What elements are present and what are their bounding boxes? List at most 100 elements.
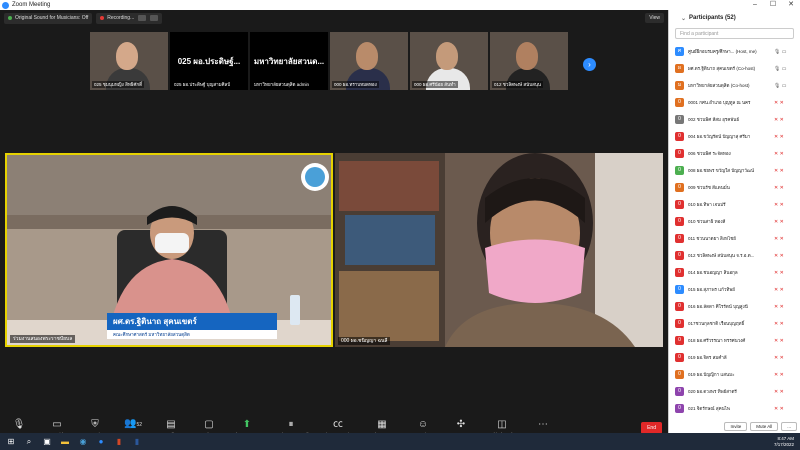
thumbnail-label: 000 ผอ.ศรีน้อย สันทำ [412,81,458,88]
participant-face [116,42,138,70]
participant-row[interactable]: 0 017ชวนกุลชาติ เรือนบุญฤทธิ์ ✕ ✕ [669,315,800,332]
powerpoint-icon[interactable]: ▮ [112,436,126,448]
windows-start-icon[interactable]: ⊞ [4,436,18,448]
participants-title: Participants (52) [689,15,736,21]
participant-row[interactable]: 0 021 จิตรักษณ์ สุคนไพ ✕ ✕ [669,400,800,417]
avatar: 0 [675,285,684,294]
thumbnail-label: 012 ชวลิตพงษ์ สนับสนุน [492,81,543,88]
participant-row[interactable]: 0 009 ชวนรัช สีแดนมั่น ✕ ✕ [669,179,800,196]
participants-icon: 👥52 [123,418,142,429]
maximize-icon[interactable]: ☐ [764,0,782,10]
participant-row[interactable]: 0 015 ผอ.สุภาพร แก้วทิพย์ ✕ ✕ [669,281,800,298]
avatar: 0 [675,234,684,243]
participant-name: 014 ผอ.ชนอญญา สินอกุล [688,270,738,275]
browser-icon[interactable]: ◉ [76,436,90,448]
next-page-arrow-icon[interactable]: › [583,58,596,71]
muted-mic-and-video-off-icon[interactable]: ✕ ✕ [774,406,784,412]
participant-search-input[interactable]: Find a participant [675,28,794,39]
invite-button[interactable]: Invite [724,421,748,431]
muted-mic-and-video-off-icon[interactable]: ✕ ✕ [774,270,784,276]
file-explorer-icon[interactable]: ▬ [58,436,72,448]
muted-mic-and-video-off-icon[interactable]: ✕ ✕ [774,253,784,259]
avatar: 0 [675,336,684,345]
participant-name: 0001 กศน.อำเภอ บุญทูล ณ นคร [688,100,751,105]
participant-row[interactable]: 0 016 ผอ.ลัดดา ศิโรรัตน์ บุญสูงนี ✕ ✕ [669,298,800,315]
participant-row[interactable]: 0 018 ผอ.ศรีวรรณา ทรรศนวงศ์ ✕ ✕ [669,332,800,349]
participant-name: ผศ.ดร.ฐิตินาถ สุคนเขตร์ (Co-host) [688,66,756,71]
participant-thumbnail[interactable]: มหาวิทยาลัยสวนด... มหาวิทยาลัยสวนดุสิต ad… [250,32,328,90]
participant-row[interactable]: 0 019 ผอ.ปัญญิกา แสนมะ ✕ ✕ [669,366,800,383]
more-options-button[interactable]: ... [781,421,797,431]
participant-row[interactable]: ผ ผศ.ดร.ฐิตินาถ สุคนเขตร์ (Co-host) 🎙 ▭ [669,60,800,77]
pause-recording-icon[interactable] [138,15,147,21]
muted-mic-and-video-off-icon[interactable]: ✕ ✕ [774,338,784,344]
participant-scene [335,153,663,347]
windows-taskbar: ⊞ ⌕ ▣ ▬ ◉ ● ▮ ▮ 8:47 AM 7/17/2022 [0,433,800,450]
task-view-icon[interactable]: ▣ [40,436,54,448]
participant-thumbnail[interactable]: 000 ผอ.ศรีน้อย สันทำ [410,32,488,90]
muted-mic-and-video-off-icon[interactable]: ✕ ✕ [774,168,784,174]
participant-row[interactable]: 0 0001 กศน.อำเภอ บุญทูล ณ นคร ✕ ✕ [669,94,800,111]
muted-mic-and-video-off-icon[interactable]: 🎙 ▭ [774,49,786,55]
muted-mic-and-video-off-icon[interactable]: ✕ ✕ [774,100,784,106]
participant-thumbnail[interactable]: 025 ผอ.ประดิษฐ์... 025 ผอ.ประดิษฐ์ บุญสาม… [170,32,248,90]
muted-mic-and-video-off-icon[interactable]: ✕ ✕ [774,134,784,140]
participant-row[interactable]: 0 012 ชวลิตพงษ์ สนับสนุน จ.ร.อ.ต... ✕ ✕ [669,247,800,264]
speaker-video-left[interactable]: ผศ.ดร.ฐิตินาถ สุคนเขตร์ คณะศึกษาศาสตร์ ม… [5,153,333,347]
participant-row[interactable]: ศ ศูนย์ฝึกอบรมครู/ศึกษา... (Host, me) 🎙 ▭ [669,43,800,60]
participant-row[interactable]: 0 014 ผอ.ชนอญญา สินอกุล ✕ ✕ [669,264,800,281]
avatar: 0 [675,251,684,260]
avatar: 0 [675,200,684,209]
chat-bubble-icon: ▢ [204,419,214,430]
original-sound-toggle[interactable]: Original Sound for Musicians: Off [4,12,93,24]
participant-row[interactable]: 0 006 ชวนพิศ ระจัดทอง ✕ ✕ [669,145,800,162]
close-icon[interactable]: ✕ [782,0,800,10]
participants-footer: Invite Mute All ... [669,419,800,433]
muted-mic-and-video-off-icon[interactable]: 🎙 ▭ [774,83,786,89]
thumbnail-label: 025 ชุมนุมหญิง สิทธิศักดิ์ [92,81,145,88]
record-icon [100,16,105,20]
participant-thumbnail[interactable]: 025 ชุมนุมหญิง สิทธิศักดิ์ [90,32,168,90]
participant-thumbnail[interactable]: 012 ชวลิตพงษ์ สนับสนุน [490,32,568,90]
speaker-name: ผศ.ดร.ฐิตินาถ สุคนเขตร์ [107,313,277,330]
muted-mic-and-video-off-icon[interactable]: ✕ ✕ [774,389,784,395]
muted-mic-and-video-off-icon[interactable]: ✕ ✕ [774,151,784,157]
participant-row[interactable]: 0 011 ชวนนาตยา สิงหไชย์ ✕ ✕ [669,230,800,247]
participant-row[interactable]: ม มหาวิทยาลัยสวนดุสิต (Co-host) 🎙 ▭ [669,77,800,94]
muted-mic-and-video-off-icon[interactable]: ✕ ✕ [774,372,784,378]
meeting-area: Original Sound for Musicians: Off Record… [0,10,668,443]
muted-mic-and-video-off-icon[interactable]: ✕ ✕ [774,117,784,123]
muted-mic-and-video-off-icon[interactable]: ✕ ✕ [774,202,784,208]
muted-mic-and-video-off-icon[interactable]: ✕ ✕ [774,287,784,293]
participant-row[interactable]: 0 019 ผอ.จิตร สมคำลี ✕ ✕ [669,349,800,366]
word-icon[interactable]: ▮ [130,436,144,448]
participant-row[interactable]: 0 010 ผอ.ทิพา เจนปรี ✕ ✕ [669,196,800,213]
zoom-app-icon[interactable]: ● [94,436,108,448]
participant-row[interactable]: 0 004 ผอ.ขวัญรัตน์ ปัญญาสุ ศรีมา ✕ ✕ [669,128,800,145]
muted-mic-and-video-off-icon[interactable]: 🎙 ▭ [774,66,786,72]
whiteboard-icon: ◫ [497,419,507,430]
thumbnail-name-text: 025 ผอ.ประดิษฐ์... [177,56,241,66]
muted-mic-and-video-off-icon[interactable]: ✕ ✕ [774,185,784,191]
thumbnail-strip: 025 ชุมนุมหญิง สิทธิศักดิ์ 025 ผอ.ประดิษฐ… [90,32,568,90]
mute-all-button[interactable]: Mute All [750,421,779,431]
muted-mic-and-video-off-icon[interactable]: ✕ ✕ [774,304,784,310]
speaker-organization: คณะศึกษาศาสตร์ มหาวิทยาลัยสวนดุสิต [107,330,277,339]
participant-row[interactable]: 0 008 ผอ.ชยพร ขวัญใส ปัญญาวัฒน์ ✕ ✕ [669,162,800,179]
muted-mic-and-video-off-icon[interactable]: ✕ ✕ [774,219,784,225]
view-button[interactable]: View [645,13,664,23]
participant-name: 020 ผอ.ดวงพร ทิพย์สาตรี [688,389,737,394]
stop-recording-icon[interactable] [150,15,159,21]
participant-row[interactable]: 0 010 ชวนสาธิ ทองสี ✕ ✕ [669,213,800,230]
video-label-left: ร่วมงานสนองพระราชปัยบล [10,335,76,343]
muted-mic-and-video-off-icon[interactable]: ✕ ✕ [774,236,784,242]
search-icon[interactable]: ⌕ [22,436,36,448]
participant-row[interactable]: 0 020 ผอ.ดวงพร ทิพย์สาตรี ✕ ✕ [669,383,800,400]
muted-mic-and-video-off-icon[interactable]: ✕ ✕ [774,321,784,327]
participant-thumbnail[interactable]: 000 ผอ.ทราบหมดทอง [330,32,408,90]
chevron-down-icon[interactable]: ⌄ [681,15,686,22]
minimize-icon[interactable]: – [746,0,764,10]
muted-mic-and-video-off-icon[interactable]: ✕ ✕ [774,355,784,361]
speaker-video-right[interactable]: 000 ผอ.ชนิญญา ฉนลี [335,153,663,347]
participant-row[interactable]: 0 002 ชวนพิศ สีสม อุรคพันธ์ ✕ ✕ [669,111,800,128]
